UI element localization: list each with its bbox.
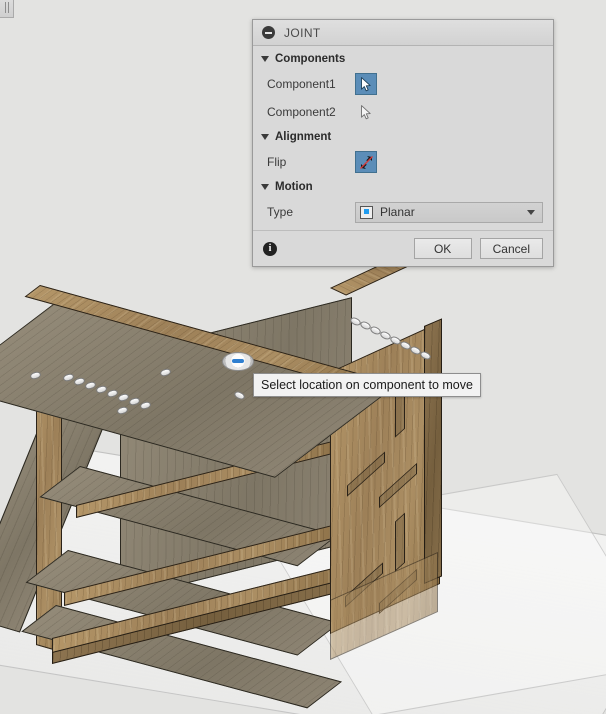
motion-type-dropdown[interactable]: Planar <box>355 201 543 223</box>
component1-label: Component1 <box>267 77 336 91</box>
component1-select-button[interactable] <box>355 73 377 95</box>
motion-type-value: Planar <box>380 205 415 219</box>
component2-select-button[interactable] <box>355 101 377 123</box>
tooltip: Select location on component to move <box>253 373 481 397</box>
info-icon[interactable]: i <box>263 241 277 256</box>
cursor-arrow-icon <box>361 77 371 92</box>
flip-label: Flip <box>267 155 287 169</box>
caret-down-icon[interactable] <box>261 184 269 190</box>
tooltip-text: Select location on component to move <box>261 378 473 392</box>
minus-circle-icon[interactable] <box>262 26 275 39</box>
section-label: Components <box>275 53 346 65</box>
motion-type-label: Type <box>267 205 294 219</box>
section-header-components[interactable]: Components <box>253 48 553 70</box>
joint-dialog[interactable]: JOINT Components Component1 Component2 A… <box>252 19 554 267</box>
joint-origin-marker[interactable] <box>222 352 254 371</box>
cancel-button[interactable]: Cancel <box>479 238 543 259</box>
section-header-motion[interactable]: Motion <box>253 176 553 198</box>
window-grip[interactable] <box>0 0 14 18</box>
ok-button[interactable]: OK <box>413 238 472 259</box>
section-label: Motion <box>275 181 313 193</box>
dialog-footer: i OK Cancel <box>253 230 553 266</box>
row-component1[interactable]: Component1 <box>253 70 553 98</box>
mortise-slot <box>347 451 385 497</box>
dialog-body: Components Component1 Component2 Alignme… <box>253 46 553 230</box>
row-flip[interactable]: Flip <box>253 148 553 176</box>
mortise-slot <box>395 512 405 572</box>
mortise-slot <box>379 462 417 509</box>
caret-down-icon[interactable] <box>261 56 269 62</box>
component2-label: Component2 <box>267 105 336 119</box>
section-label: Alignment <box>275 131 332 143</box>
caret-down-icon[interactable] <box>261 134 269 140</box>
flip-toggle-button[interactable] <box>355 151 377 173</box>
row-motion-type[interactable]: Type Planar <box>253 198 553 226</box>
planar-joint-icon <box>360 205 373 219</box>
section-header-alignment[interactable]: Alignment <box>253 126 553 148</box>
cursor-arrow-icon <box>361 105 371 120</box>
chevron-down-icon[interactable] <box>527 209 535 215</box>
flip-arrows-icon <box>360 156 373 169</box>
row-component2[interactable]: Component2 <box>253 98 553 126</box>
dialog-title-bar[interactable]: JOINT <box>253 20 553 46</box>
dialog-title: JOINT <box>284 25 321 40</box>
